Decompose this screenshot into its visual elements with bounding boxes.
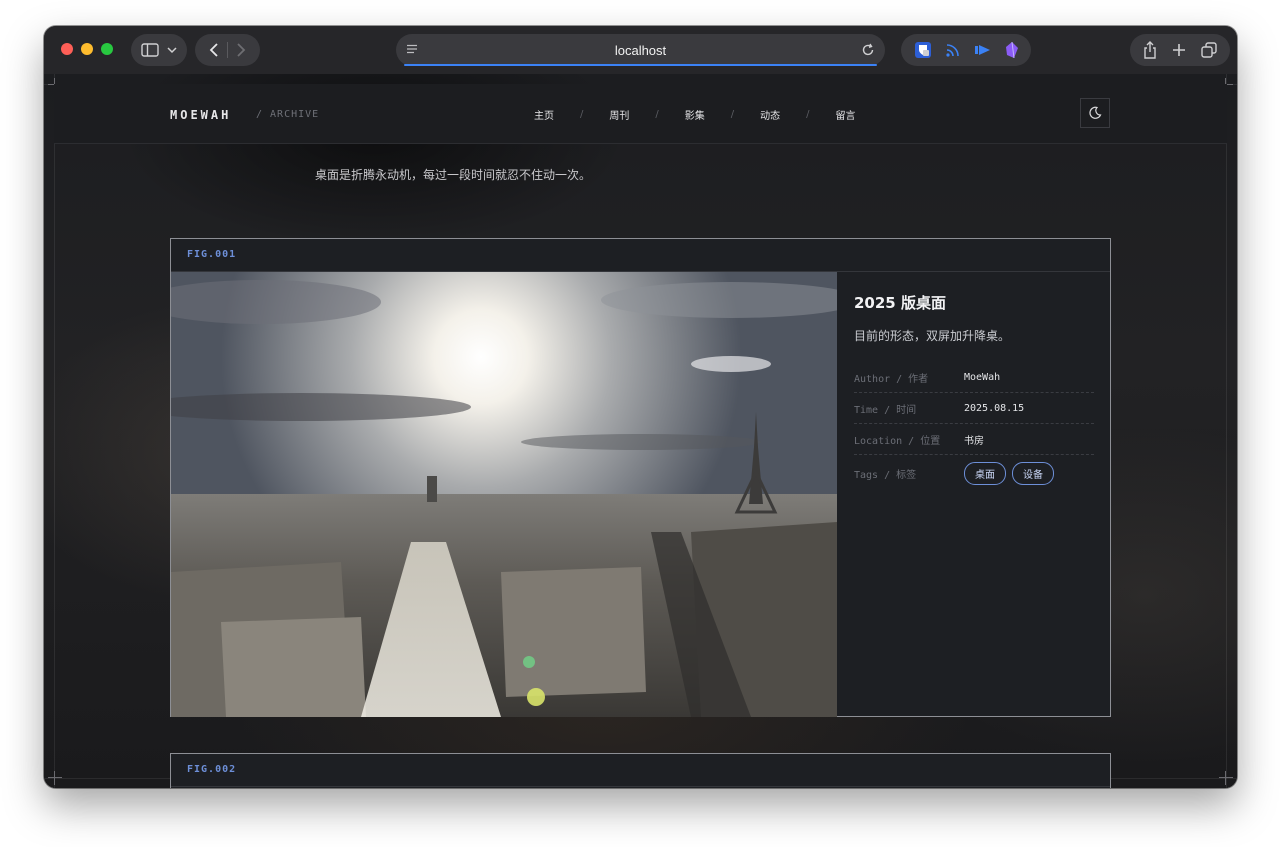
sidebar-toggle-button[interactable]: [131, 34, 187, 66]
chevron-down-icon: [167, 47, 177, 54]
site-brand[interactable]: MOEWAH: [170, 108, 231, 122]
crystal-icon[interactable]: [1005, 41, 1019, 59]
meta-time-value: 2025.08.15: [964, 402, 1025, 414]
bitwarden-icon[interactable]: [914, 41, 932, 59]
zoom-window-button[interactable]: [101, 43, 113, 55]
meta-author-label: Author / 作者: [854, 373, 929, 385]
nav-item-moments[interactable]: 动态: [750, 107, 790, 122]
meta-author-row: Author / 作者 MoeWah: [854, 362, 1094, 393]
nav-item-gallery[interactable]: 影集: [675, 107, 715, 122]
site-brand-sub: / ARCHIVE: [256, 109, 320, 120]
site-header: MOEWAH / ARCHIVE 主页 / 周刊 / 影集 / 动态 / 留言: [54, 84, 1227, 144]
browser-window: localhost MOEWAH / ARCHIVE 主页 / 周刊 / 影集 …: [44, 26, 1237, 788]
browser-toolbar: localhost: [44, 26, 1237, 74]
window-controls: [61, 43, 113, 55]
nav-item-weekly[interactable]: 周刊: [599, 107, 639, 122]
nav-separator: /: [580, 109, 584, 120]
frame-guide: [54, 74, 55, 788]
back-icon[interactable]: [209, 43, 219, 57]
meta-time-row: Time / 时间 2025.08.15: [854, 393, 1094, 424]
share-icon[interactable]: [1143, 41, 1157, 59]
minimize-window-button[interactable]: [81, 43, 93, 55]
tag-list: 桌面 设备: [964, 461, 1060, 485]
meta-tags-row: Tags / 标签 桌面 设备: [854, 455, 1094, 491]
meta-time-label: Time / 时间: [854, 404, 917, 416]
nav-item-guestbook[interactable]: 留言: [826, 107, 866, 122]
window-actions: [1130, 34, 1230, 66]
web-page: MOEWAH / ARCHIVE 主页 / 周刊 / 影集 / 动态 / 留言 …: [44, 74, 1237, 788]
sidebar-icon: [141, 43, 159, 57]
new-tab-icon[interactable]: [1172, 43, 1186, 57]
meta-location-value: 书房: [964, 435, 984, 447]
moon-icon: [1089, 106, 1102, 119]
page-intro: 桌面是折腾永动机，每过一段时间就忍不住动一次。: [315, 168, 592, 182]
meta-location-row: Location / 位置 书房: [854, 424, 1094, 455]
tab-overview-icon[interactable]: [1200, 42, 1217, 58]
divider: [227, 42, 228, 58]
extensions-bar: [901, 34, 1031, 66]
tag-chip[interactable]: 桌面: [964, 461, 1006, 485]
theme-toggle-button[interactable]: [1080, 98, 1110, 128]
address-bar[interactable]: localhost: [396, 34, 885, 66]
gallery-photo[interactable]: [171, 272, 837, 717]
reload-icon[interactable]: [861, 43, 875, 57]
figure-label: FIG.001: [171, 239, 1110, 272]
tag-chip[interactable]: 设备: [1012, 461, 1054, 485]
close-window-button[interactable]: [61, 43, 73, 55]
gallery-card: FIG.001 2025 版桌面 目前的形态，双屏加升降桌。 Author / …: [170, 238, 1111, 717]
meta-tags-label: Tags / 标签: [854, 469, 917, 481]
nav-separator: /: [730, 109, 735, 120]
city-skyline-image: [171, 272, 837, 717]
photo-info: 2025 版桌面 目前的形态，双屏加升降桌。 Author / 作者 MoeWa…: [838, 272, 1110, 716]
gallery-card: FIG.002: [170, 753, 1111, 788]
frame-guide: [1226, 74, 1227, 788]
meta-author-value: MoeWah: [964, 371, 1001, 383]
photo-description: 目前的形态，双屏加升降桌。: [854, 329, 1011, 343]
nav-separator: /: [655, 109, 659, 120]
corner-mark: [48, 771, 62, 785]
history-nav: [195, 34, 260, 66]
forward-icon[interactable]: [236, 43, 246, 57]
page-menu-icon[interactable]: [406, 44, 418, 54]
rss-icon[interactable]: [945, 42, 961, 58]
page-load-progress: [404, 64, 877, 66]
meta-location-label: Location / 位置: [854, 435, 941, 447]
corner-mark: [1219, 771, 1233, 785]
nav-separator: /: [806, 109, 810, 120]
figure-label: FIG.002: [171, 754, 1110, 787]
play-icon[interactable]: [974, 43, 992, 57]
nav-item-home[interactable]: 主页: [524, 107, 564, 122]
url-text: localhost: [614, 42, 667, 58]
main-nav: 主页 / 周刊 / 影集 / 动态 / 留言: [524, 107, 866, 122]
photo-title: 2025 版桌面: [854, 294, 946, 312]
